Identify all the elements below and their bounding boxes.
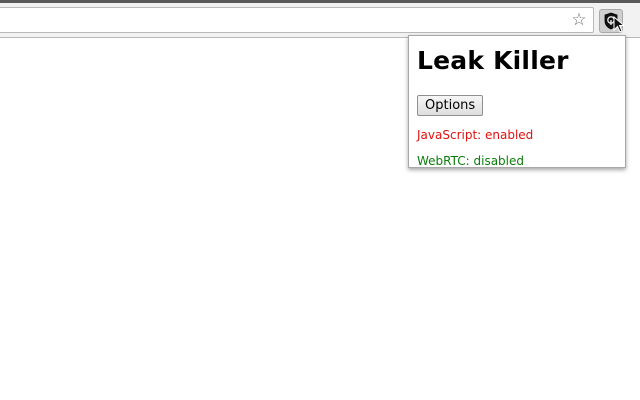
javascript-status: JavaScript: enabled	[417, 128, 534, 142]
star-icon[interactable]: ☆	[570, 11, 588, 29]
address-bar[interactable]: ☆	[0, 7, 594, 33]
webrtc-status: WebRTC: disabled	[417, 154, 524, 168]
options-button[interactable]: Options	[417, 95, 484, 116]
popup-title: Leak Killer	[417, 46, 569, 75]
mouse-cursor-icon	[613, 16, 625, 33]
browser-toolbar: ☆	[0, 0, 640, 38]
extension-popup: Leak Killer Options JavaScript: enabled …	[408, 35, 626, 168]
